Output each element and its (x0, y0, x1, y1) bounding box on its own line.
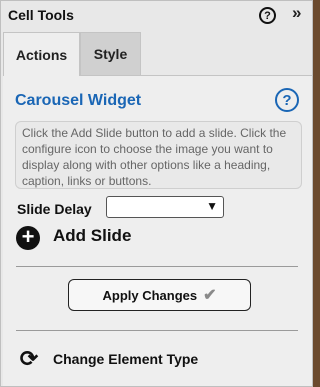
refresh-arrows-icon[interactable]: ⟳ (18, 348, 40, 370)
apply-changes-label: Apply Changes (102, 287, 198, 303)
slide-delay-label: Slide Delay (17, 201, 92, 217)
cell-tools-panel: Cell Tools ? » Actions Style Carousel Wi… (0, 0, 313, 387)
panel-title: Cell Tools (8, 7, 74, 23)
widget-title: Carousel Widget (15, 92, 142, 109)
add-slide-button[interactable]: Add Slide (53, 226, 131, 246)
actions-content: Carousel Widget ? Click the Add Slide bu… (3, 76, 312, 386)
plus-circle-icon[interactable]: + (16, 226, 40, 250)
question-circle-icon[interactable]: ? (259, 7, 276, 24)
widget-description: Click the Add Slide button to add a slid… (15, 121, 302, 189)
chevron-down-icon: ▼ (206, 199, 218, 213)
divider (16, 330, 298, 331)
double-chevron-right-icon[interactable]: » (292, 3, 302, 23)
tab-bar: Actions Style (1, 32, 312, 76)
panel-titlebar: Cell Tools ? » (1, 1, 312, 32)
apply-changes-button[interactable]: Apply Changes ✔ (68, 279, 251, 311)
divider (16, 266, 298, 267)
slide-delay-select[interactable]: ▼ (106, 196, 224, 218)
tab-actions[interactable]: Actions (3, 32, 80, 76)
checkmark-icon: ✔ (203, 287, 217, 304)
tab-style[interactable]: Style (80, 32, 141, 76)
change-element-type-button[interactable]: Change Element Type (53, 351, 198, 367)
widget-help-icon[interactable]: ? (275, 88, 299, 112)
